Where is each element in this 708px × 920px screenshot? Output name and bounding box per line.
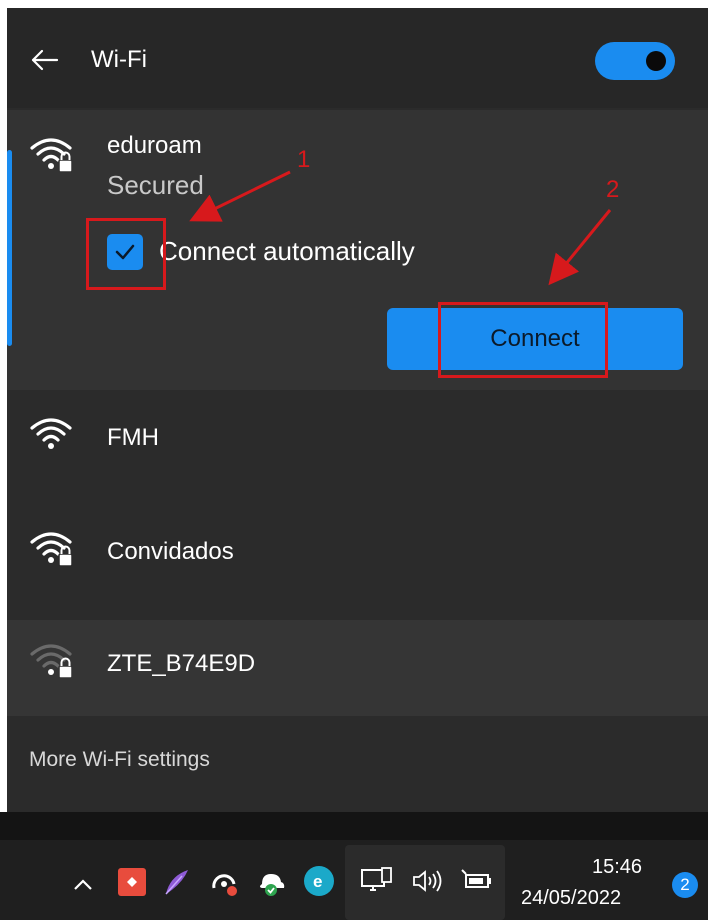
- cloud-check-icon[interactable]: [254, 864, 288, 898]
- clock-time[interactable]: 15:46: [592, 856, 642, 879]
- network-icon[interactable]: [360, 866, 394, 896]
- battery-icon[interactable]: [460, 866, 494, 896]
- chevron-up-icon[interactable]: [72, 876, 94, 892]
- notification-badge[interactable]: 2: [672, 872, 698, 898]
- volume-icon[interactable]: [412, 868, 446, 894]
- cloud-sync-icon[interactable]: [208, 866, 240, 898]
- svg-text:e: e: [313, 872, 322, 891]
- clock-date[interactable]: 24/05/2022: [521, 887, 621, 910]
- feather-icon[interactable]: [160, 866, 192, 898]
- app-red-icon[interactable]: [118, 868, 146, 896]
- eset-icon[interactable]: e: [304, 866, 334, 896]
- taskbar-top-strip: [0, 812, 708, 840]
- annotation-arrows: [189, 170, 612, 286]
